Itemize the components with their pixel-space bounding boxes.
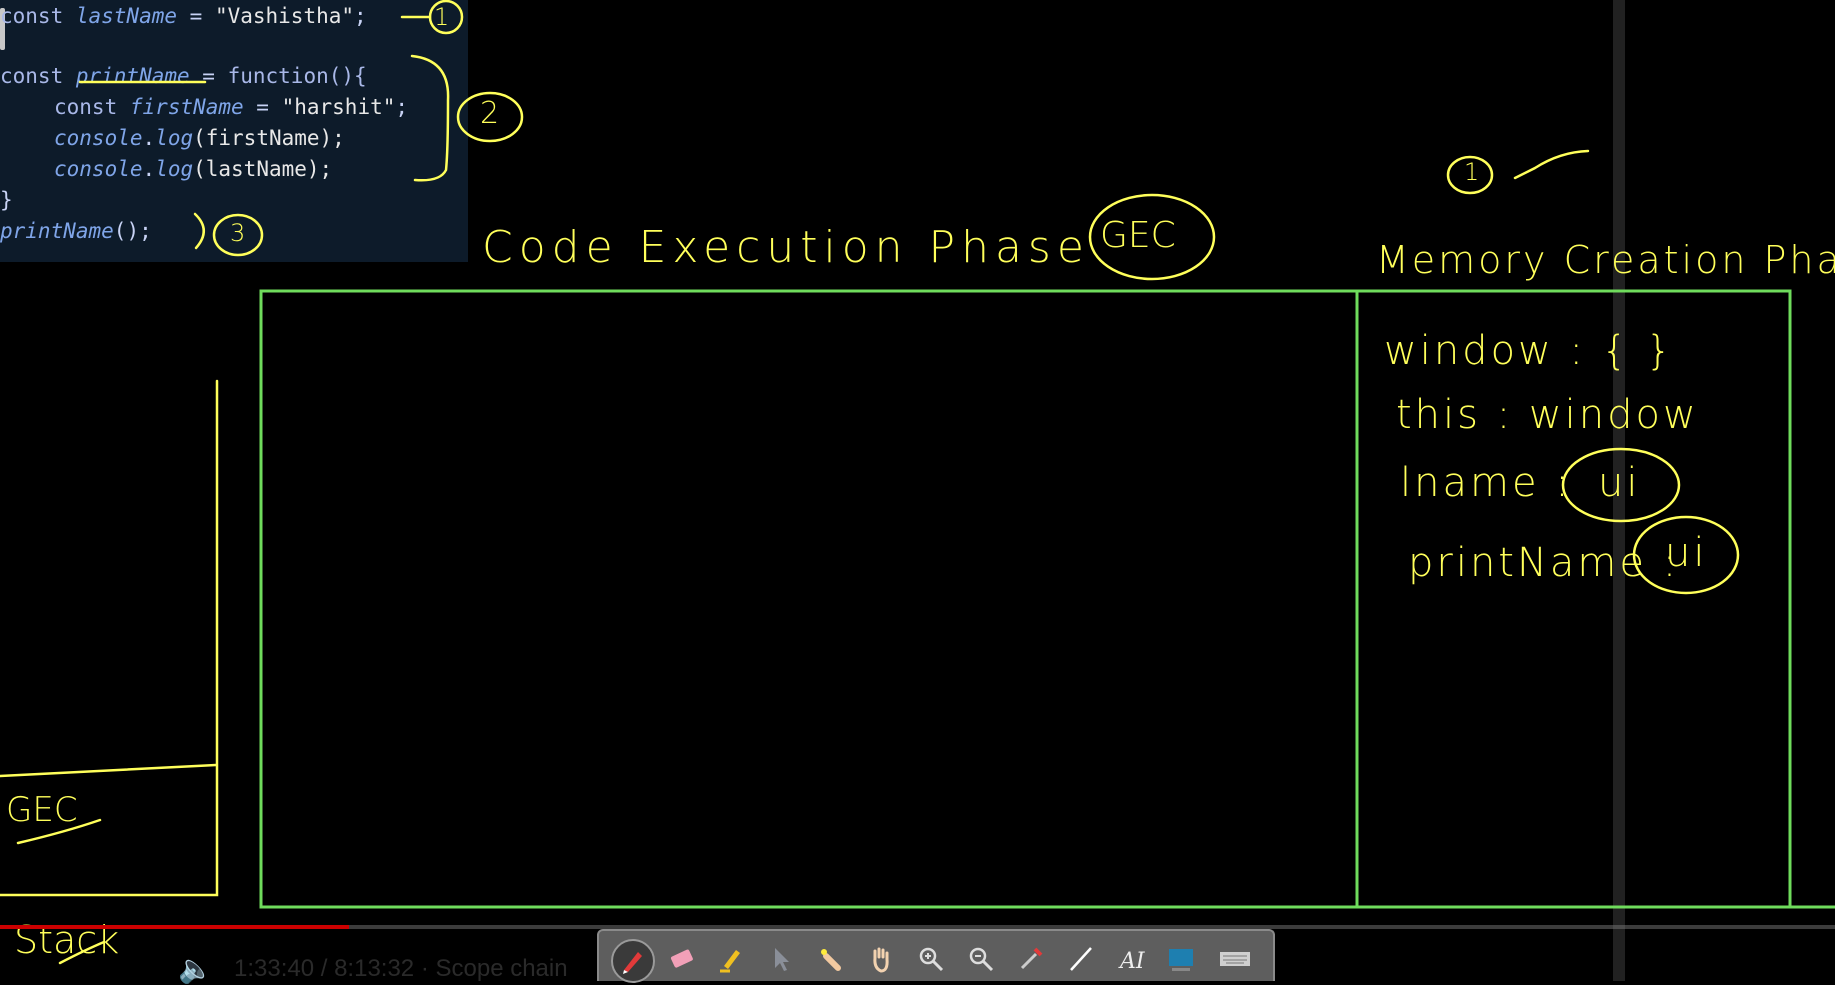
top-right-label: 1 <box>1464 158 1480 186</box>
heading-code-execution: Code Execution Phase <box>482 222 1090 273</box>
laser-pointer-icon[interactable] <box>811 939 851 979</box>
stack-gec-label: GEC <box>6 790 78 830</box>
time-display: 1:33:40 / 8:13:32 <box>234 955 415 982</box>
chapter-title[interactable]: · Scope chain <box>421 955 568 982</box>
gec-label: GEC <box>1100 215 1176 256</box>
bracket-stroke-2 <box>410 54 450 182</box>
memory-window-entry: window : { } <box>1384 328 1675 374</box>
annotation-label-2: 2 <box>480 96 500 131</box>
memory-lname-value: ui <box>1598 460 1641 506</box>
video-progress-fill <box>0 925 349 929</box>
memory-lname-key: lname : <box>1400 460 1572 506</box>
memory-printname-key: printName : <box>1408 540 1680 586</box>
memory-this-entry: this : window <box>1396 392 1699 438</box>
annotation-label-3: 3 <box>230 219 246 247</box>
text-tool-icon[interactable]: AI <box>1111 939 1151 979</box>
stack-frame-line <box>0 763 218 778</box>
screen-icon[interactable] <box>1161 939 1201 979</box>
annotation-label-1: 1 <box>434 3 450 31</box>
keyboard-icon[interactable] <box>1215 939 1255 979</box>
video-time: 1:33:40 / 8:13:32 · Scope chain <box>234 955 568 983</box>
volume-icon[interactable]: 🔈 <box>178 952 213 985</box>
check-mark <box>1513 149 1590 180</box>
select-arrow-icon[interactable] <box>761 939 801 979</box>
heading-memory-creation: Memory Creation Phase <box>1376 238 1835 282</box>
execution-context-frame <box>259 289 1792 909</box>
highlighter-icon[interactable] <box>711 939 751 979</box>
pen-icon[interactable] <box>611 939 655 983</box>
svg-text:AI: AI <box>1118 949 1146 974</box>
pan-hand-icon[interactable] <box>861 939 901 979</box>
bracket-stroke-3 <box>193 212 205 250</box>
zoom-out-icon[interactable] <box>961 939 1001 979</box>
zoom-in-icon[interactable] <box>911 939 951 979</box>
line-tool-icon[interactable] <box>1061 939 1101 979</box>
memory-printname-value: ui <box>1665 530 1708 576</box>
color-picker-icon[interactable] <box>1011 939 1051 979</box>
eraser-icon[interactable] <box>661 939 701 979</box>
annotation-toolbar: AI <box>597 929 1275 983</box>
